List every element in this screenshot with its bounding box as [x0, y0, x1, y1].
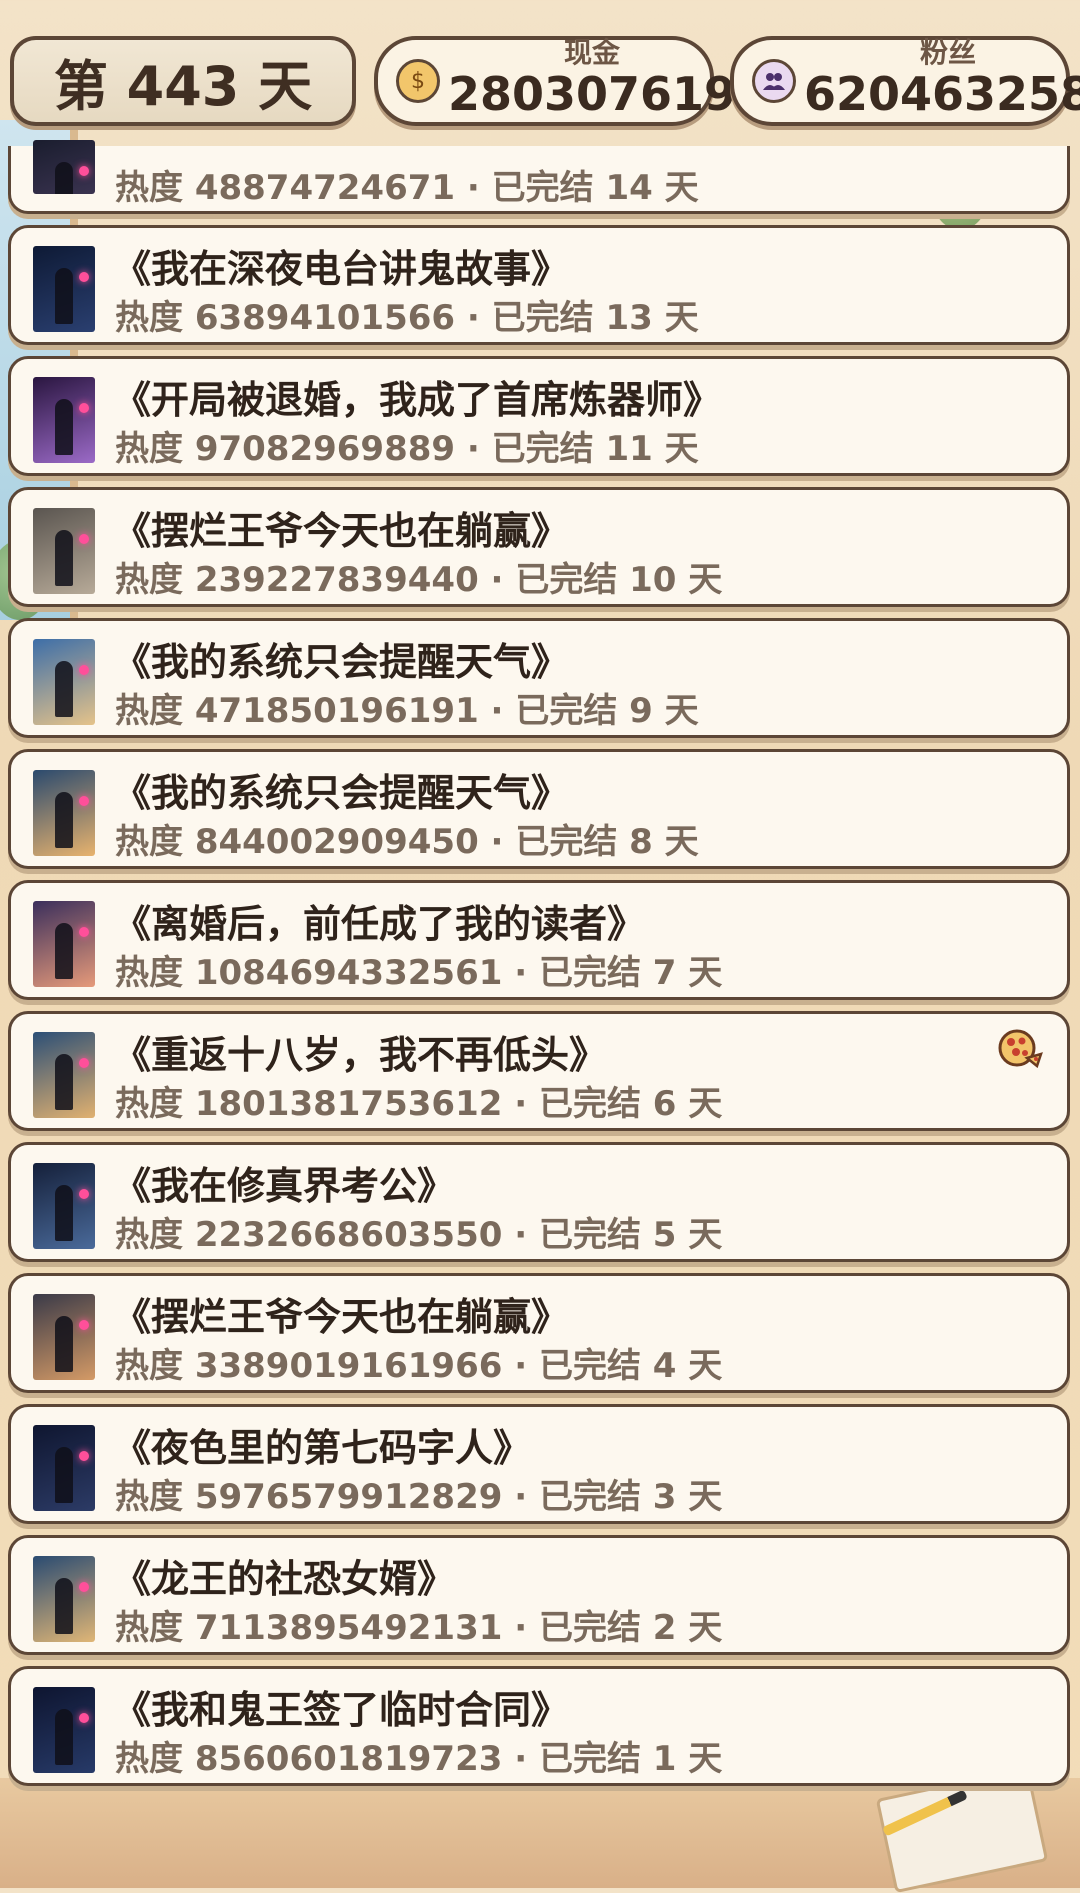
book-cover-image	[33, 1556, 95, 1642]
cover-light	[79, 1189, 89, 1199]
book-card[interactable]: 《龙王的社恐女婿》热度 7113895492131 · 已完结 2 天	[8, 1535, 1070, 1655]
book-popularity-status: 热度 48874724671 · 已完结 14 天	[115, 168, 699, 208]
cover-figure	[55, 268, 73, 324]
book-popularity-status: 热度 2232668603550 · 已完结 5 天	[115, 1215, 723, 1255]
cover-figure	[55, 1709, 73, 1765]
cover-light	[79, 403, 89, 413]
fans-value: 620463258	[804, 67, 1080, 121]
book-card[interactable]: 《摆烂王爷今天也在躺赢》热度 3389019161966 · 已完结 4 天	[8, 1273, 1070, 1393]
book-cover-image	[33, 1032, 95, 1118]
book-title: 《开局被退婚，我成了首席炼器师》	[113, 378, 722, 422]
book-popularity-status: 热度 1801381753612 · 已完结 6 天	[115, 1084, 723, 1124]
fans-label: 粉丝	[920, 36, 977, 69]
cover-light	[79, 1058, 89, 1068]
day-counter: 第 443 天	[10, 36, 356, 126]
book-card[interactable]: 《重返十八岁，我不再低头》热度 1801381753612 · 已完结 6 天	[8, 1011, 1070, 1131]
day-label: 第 443 天	[53, 54, 313, 118]
cover-light	[79, 1582, 89, 1592]
cover-light	[79, 1320, 89, 1330]
cover-light	[79, 665, 89, 675]
book-popularity-status: 热度 8560601819723 · 已完结 1 天	[115, 1739, 723, 1779]
book-popularity-status: 热度 5976579912829 · 已完结 3 天	[115, 1477, 723, 1517]
book-title: 《我和鬼王签了临时合同》	[113, 1688, 570, 1732]
cover-figure	[55, 792, 73, 848]
book-card[interactable]: 《开局被退婚，我成了首席炼器师》热度 97082969889 · 已完结 11 …	[8, 356, 1070, 476]
book-title: 《我的系统只会提醒天气》	[113, 640, 570, 684]
book-card[interactable]: 《我在修真界考公》热度 2232668603550 · 已完结 5 天	[8, 1142, 1070, 1262]
pizza-icon	[998, 1029, 1043, 1068]
people-icon	[752, 59, 796, 103]
book-title: 《我在修真界考公》	[113, 1164, 456, 1208]
book-title: 《龙王的社恐女婿》	[113, 1557, 456, 1601]
book-popularity-status: 热度 97082969889 · 已完结 11 天	[115, 429, 699, 469]
book-title: 《重返十八岁，我不再低头》	[113, 1033, 608, 1077]
cover-light	[79, 534, 89, 544]
book-cover-image	[33, 901, 95, 987]
fans-panel: 粉丝 620463258	[730, 36, 1080, 126]
cover-light	[79, 1451, 89, 1461]
book-cover-image	[33, 1163, 95, 1249]
cover-light	[79, 927, 89, 937]
book-title: 《摆烂王爷今天也在躺赢》	[113, 1295, 570, 1339]
book-title: 《摆烂王爷今天也在躺赢》	[113, 509, 570, 553]
cover-light	[79, 796, 89, 806]
cover-figure	[55, 1185, 73, 1241]
book-cover-image	[33, 1294, 95, 1380]
cash-panel: $ 现金 280307619	[374, 36, 736, 126]
book-card[interactable]: 《我和鬼王签了临时合同》热度 8560601819723 · 已完结 1 天	[8, 1666, 1070, 1786]
book-title: 《我的系统只会提醒天气》	[113, 771, 570, 815]
cover-figure	[55, 1578, 73, 1634]
cover-light	[79, 1713, 89, 1723]
book-popularity-status: 热度 7113895492131 · 已完结 2 天	[115, 1608, 723, 1648]
book-popularity-status: 热度 239227839440 · 已完结 10 天	[115, 560, 723, 600]
cover-figure	[55, 1447, 73, 1503]
cover-figure	[55, 661, 73, 717]
book-card[interactable]: 热度 48874724671 · 已完结 14 天	[8, 140, 1070, 214]
book-cover-image	[33, 1425, 95, 1511]
book-cover-image	[33, 1687, 95, 1773]
book-popularity-status: 热度 471850196191 · 已完结 9 天	[115, 691, 699, 731]
book-cover-image	[33, 377, 95, 463]
book-cover-image	[33, 639, 95, 725]
cash-label: 现金	[564, 36, 621, 69]
book-card[interactable]: 《我的系统只会提醒天气》热度 844002909450 · 已完结 8 天	[8, 749, 1070, 869]
money-bag-icon: $	[396, 59, 440, 103]
cover-figure	[55, 923, 73, 979]
book-popularity-status: 热度 63894101566 · 已完结 13 天	[115, 298, 699, 338]
book-cover-image	[33, 246, 95, 332]
book-card[interactable]: 《我的系统只会提醒天气》热度 471850196191 · 已完结 9 天	[8, 618, 1070, 738]
cover-figure	[55, 1054, 73, 1110]
book-card[interactable]: 《夜色里的第七码字人》热度 5976579912829 · 已完结 3 天	[8, 1404, 1070, 1524]
cover-light	[79, 166, 89, 176]
book-title: 《夜色里的第七码字人》	[113, 1426, 532, 1470]
cover-figure	[55, 530, 73, 586]
cover-figure	[55, 1316, 73, 1372]
cover-figure	[55, 162, 73, 194]
book-popularity-status: 热度 844002909450 · 已完结 8 天	[115, 822, 699, 862]
book-cover-image	[33, 770, 95, 856]
cover-figure	[55, 399, 73, 455]
cover-light	[79, 272, 89, 282]
book-popularity-status: 热度 1084694332561 · 已完结 7 天	[115, 953, 723, 993]
cash-value: 280307619	[448, 67, 737, 121]
book-card[interactable]: 《摆烂王爷今天也在躺赢》热度 239227839440 · 已完结 10 天	[8, 487, 1070, 607]
book-popularity-status: 热度 3389019161966 · 已完结 4 天	[115, 1346, 723, 1386]
book-cover-image	[33, 508, 95, 594]
book-card[interactable]: 《离婚后，前任成了我的读者》热度 1084694332561 · 已完结 7 天	[8, 880, 1070, 1000]
book-title: 《离婚后，前任成了我的读者》	[113, 902, 646, 946]
book-card[interactable]: 《我在深夜电台讲鬼故事》热度 63894101566 · 已完结 13 天	[8, 225, 1070, 345]
book-cover-image	[33, 140, 95, 194]
book-title: 《我在深夜电台讲鬼故事》	[113, 247, 570, 291]
